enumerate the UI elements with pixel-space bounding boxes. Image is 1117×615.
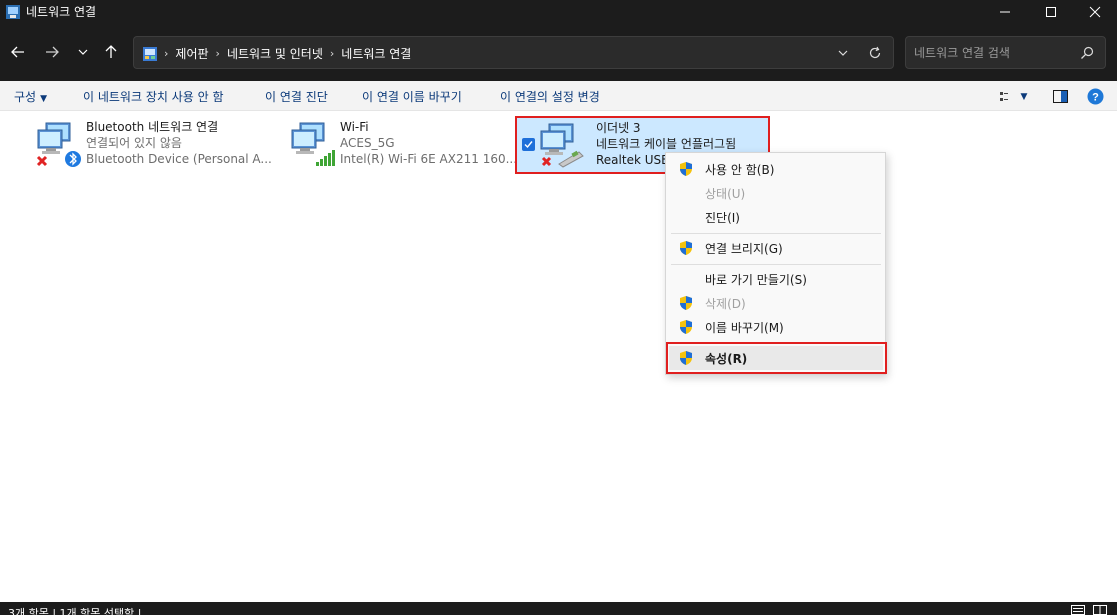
maximize-button[interactable] bbox=[1028, 0, 1074, 24]
connection-status: 네트워크 케이블 언플러그됨 bbox=[596, 137, 737, 151]
preview-pane-icon bbox=[1052, 90, 1068, 103]
disable-device-button[interactable]: 이 네트워크 장치 사용 안 함 bbox=[83, 88, 224, 105]
menu-item-label: 진단(I) bbox=[705, 211, 740, 225]
ethernet-adapter-icon bbox=[540, 123, 584, 168]
chevron-down-icon bbox=[78, 49, 88, 55]
chevron-right-icon: › bbox=[329, 47, 335, 60]
forward-button[interactable] bbox=[40, 42, 64, 62]
address-bar[interactable]: › 제어판 › 네트워크 및 인터넷 › 네트워크 연결 bbox=[133, 36, 894, 69]
arrow-left-icon bbox=[11, 46, 24, 58]
svg-text:?: ? bbox=[1092, 92, 1099, 104]
back-button[interactable] bbox=[6, 42, 30, 62]
control-panel-icon bbox=[143, 46, 157, 61]
menu-item-diagnose[interactable]: 진단(I) bbox=[669, 205, 883, 229]
address-history-button[interactable] bbox=[834, 45, 852, 61]
menu-item-create-shortcut[interactable]: 바로 가기 만들기(S) bbox=[669, 267, 883, 291]
network-connections-app-icon bbox=[6, 5, 20, 19]
refresh-button[interactable] bbox=[866, 45, 884, 61]
chevron-right-icon: › bbox=[215, 47, 220, 60]
recent-locations-button[interactable] bbox=[71, 42, 95, 62]
search-input[interactable] bbox=[914, 44, 1074, 62]
chevron-down-icon bbox=[838, 50, 848, 56]
status-bar: 3개 항목 | 1개 항목 선택함 | bbox=[0, 602, 1117, 615]
triangle-down-icon: ▼ bbox=[1020, 91, 1028, 102]
minimize-button[interactable] bbox=[982, 0, 1028, 24]
large-icons-view-icon[interactable] bbox=[1093, 605, 1107, 615]
menu-item-label: 바로 가기 만들기(S) bbox=[705, 273, 807, 287]
connection-name: Bluetooth 네트워크 연결 bbox=[86, 120, 219, 134]
view-options-icon bbox=[999, 91, 1008, 101]
help-icon: ? bbox=[1087, 88, 1103, 105]
connection-details: Bluetooth 네트워크 연결 연결되어 있지 않음 Bluetooth D… bbox=[86, 119, 272, 167]
refresh-icon bbox=[869, 46, 881, 59]
uac-shield-icon bbox=[680, 351, 692, 365]
connection-name: 이더넷 3 bbox=[596, 121, 641, 135]
breadcrumb: › 제어판 › 네트워크 및 인터넷 › 네트워크 연결 bbox=[142, 45, 411, 62]
menu-item-label: 속성(R) bbox=[705, 352, 748, 366]
arrow-up-icon bbox=[105, 45, 117, 58]
menu-item-properties[interactable]: 속성(R) bbox=[669, 346, 883, 370]
menu-item-disable[interactable]: 사용 안 함(B) bbox=[669, 157, 883, 181]
search-icon bbox=[1081, 46, 1094, 59]
close-button[interactable] bbox=[1072, 0, 1117, 24]
organize-button[interactable]: 구성 ▼ bbox=[14, 88, 47, 105]
list-item-bluetooth-connection[interactable]: Bluetooth 네트워크 연결 연결되어 있지 않음 Bluetooth D… bbox=[34, 117, 272, 175]
command-bar: 구성 ▼ 이 네트워크 장치 사용 안 함 이 연결 진단 이 연결 이름 바꾸기… bbox=[0, 81, 1117, 111]
context-menu: 사용 안 함(B) 상태(U) 진단(I) 연결 브리지(G) 바로 가기 만들… bbox=[665, 152, 886, 375]
preview-pane-button[interactable] bbox=[1051, 88, 1069, 105]
status-text: 3개 항목 | 1개 항목 선택함 | bbox=[8, 607, 142, 615]
menu-item-delete[interactable]: 삭제(D) bbox=[669, 291, 883, 315]
details-view-icon[interactable] bbox=[1071, 605, 1085, 615]
connection-device: Intel(R) Wi-Fi 6E AX211 160... bbox=[340, 152, 518, 166]
breadcrumb-item-network-internet[interactable]: 네트워크 및 인터넷 bbox=[227, 45, 323, 62]
search-box[interactable] bbox=[905, 36, 1106, 69]
change-view-button[interactable]: ▼ bbox=[996, 88, 1030, 105]
menu-item-label: 삭제(D) bbox=[705, 297, 746, 311]
menu-item-label: 상태(U) bbox=[705, 187, 746, 201]
connection-details: Wi-Fi ACES_5G Intel(R) Wi-Fi 6E AX211 16… bbox=[340, 119, 517, 167]
diagnose-connection-button[interactable]: 이 연결 진단 bbox=[265, 88, 328, 105]
arrow-right-icon bbox=[46, 46, 59, 58]
connection-status: 연결되어 있지 않음 bbox=[86, 136, 182, 150]
menu-separator bbox=[671, 233, 881, 234]
connection-status: ACES_5G bbox=[340, 136, 395, 150]
menu-item-status[interactable]: 상태(U) bbox=[669, 181, 883, 205]
connection-device: Bluetooth Device (Personal A... bbox=[86, 152, 272, 166]
menu-separator bbox=[671, 343, 881, 344]
maximize-icon bbox=[1046, 7, 1056, 17]
close-icon bbox=[1089, 6, 1101, 18]
address-toolbar: › 제어판 › 네트워크 및 인터넷 › 네트워크 연결 bbox=[0, 24, 1117, 81]
help-button[interactable]: ? bbox=[1086, 88, 1104, 105]
title-bar: 네트워크 연결 bbox=[0, 0, 1117, 24]
menu-item-rename[interactable]: 이름 바꾸기(M) bbox=[669, 315, 883, 339]
uac-shield-icon bbox=[680, 296, 692, 310]
uac-shield-icon bbox=[680, 241, 692, 255]
triangle-down-icon: ▼ bbox=[40, 94, 48, 104]
checkmark-icon bbox=[524, 141, 533, 149]
uac-shield-icon bbox=[680, 320, 692, 334]
connections-list: Bluetooth 네트워크 연결 연결되어 있지 않음 Bluetooth D… bbox=[0, 111, 1117, 602]
menu-separator bbox=[671, 264, 881, 265]
menu-item-label: 사용 안 함(B) bbox=[705, 163, 775, 177]
connection-name: Wi-Fi bbox=[340, 120, 369, 134]
up-button[interactable] bbox=[99, 42, 123, 62]
menu-item-label: 이름 바꾸기(M) bbox=[705, 321, 784, 335]
chevron-right-icon: › bbox=[164, 47, 169, 60]
menu-item-label: 연결 브리지(G) bbox=[705, 242, 783, 256]
selection-checkbox[interactable] bbox=[522, 138, 535, 151]
wifi-adapter-icon bbox=[291, 122, 335, 166]
rename-connection-button[interactable]: 이 연결 이름 바꾸기 bbox=[362, 88, 462, 105]
change-settings-button[interactable]: 이 연결의 설정 변경 bbox=[500, 88, 600, 105]
uac-shield-icon bbox=[680, 162, 692, 176]
window-title: 네트워크 연결 bbox=[26, 5, 97, 19]
menu-item-bridge[interactable]: 연결 브리지(G) bbox=[669, 236, 883, 260]
minimize-icon bbox=[1000, 11, 1010, 13]
bluetooth-adapter-icon bbox=[36, 122, 81, 167]
list-item-wifi-connection[interactable]: Wi-Fi ACES_5G Intel(R) Wi-Fi 6E AX211 16… bbox=[288, 117, 517, 175]
breadcrumb-item-control-panel[interactable]: 제어판 bbox=[175, 45, 208, 62]
breadcrumb-item-network-connections[interactable]: 네트워크 연결 bbox=[341, 45, 411, 62]
organize-label: 구성 bbox=[14, 90, 37, 104]
